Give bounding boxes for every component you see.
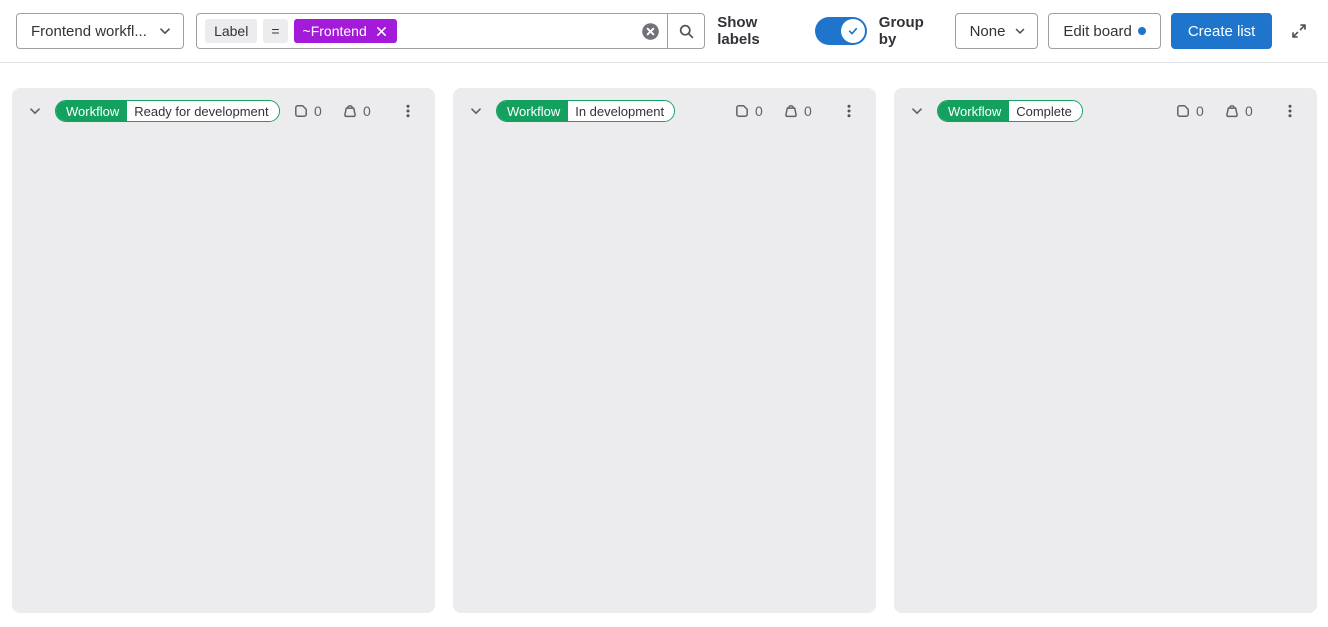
column-menu-button[interactable]	[1281, 100, 1299, 122]
filter-tokens: Label = ~Frontend	[197, 19, 633, 43]
collapse-column-button[interactable]	[27, 103, 43, 119]
create-list-button[interactable]: Create list	[1171, 13, 1273, 49]
create-list-label: Create list	[1188, 23, 1256, 40]
filter-bar[interactable]: Label = ~Frontend	[196, 13, 705, 49]
group-by-value: None	[970, 23, 1006, 40]
column-scoped-label: Workflow Ready for development	[55, 100, 280, 122]
filter-token-key[interactable]: Label	[205, 19, 257, 43]
column-scoped-label: Workflow In development	[496, 100, 675, 122]
filter-token-value-text: ~Frontend	[303, 23, 367, 39]
board-column-in-development: Workflow In development 0 0	[453, 88, 876, 613]
column-meta: 0 0	[293, 103, 373, 119]
label-value: Complete	[1009, 101, 1082, 121]
label-value: In development	[568, 101, 674, 121]
edit-board-button[interactable]: Edit board	[1048, 13, 1160, 49]
collapse-column-button[interactable]	[468, 103, 484, 119]
weight-icon	[342, 103, 358, 119]
search-button[interactable]	[668, 14, 704, 48]
column-menu-button[interactable]	[840, 100, 858, 122]
weight-icon	[783, 103, 799, 119]
label-scope: Workflow	[56, 101, 127, 121]
filter-token-value[interactable]: ~Frontend	[294, 19, 397, 43]
expand-icon	[1290, 22, 1308, 40]
board-switcher-label: Frontend workfl...	[31, 23, 147, 40]
clear-search-button[interactable]	[633, 14, 667, 48]
toggle-knob	[841, 19, 865, 43]
issue-count: 0	[755, 103, 765, 119]
column-scoped-label: Workflow Complete	[937, 100, 1083, 122]
chevron-down-icon	[157, 23, 173, 39]
board-column-complete: Workflow Complete 0 0	[894, 88, 1317, 613]
weight-count: 0	[1245, 103, 1255, 119]
column-header: Workflow Ready for development 0 0	[12, 88, 435, 132]
weight-count: 0	[804, 103, 814, 119]
column-meta: 0 0	[1175, 103, 1255, 119]
label-scope: Workflow	[497, 101, 568, 121]
show-labels-toggle[interactable]	[815, 17, 867, 45]
column-meta: 0 0	[734, 103, 814, 119]
filter-token-operator[interactable]: =	[263, 19, 287, 43]
kebab-menu-icon	[400, 103, 416, 119]
weight-count: 0	[363, 103, 373, 119]
board-toolbar: Frontend workfl... Label = ~Frontend	[0, 0, 1328, 63]
issues-icon	[1175, 103, 1191, 119]
search-icon	[678, 23, 695, 40]
weight-icon	[1224, 103, 1240, 119]
board-switcher-dropdown[interactable]: Frontend workfl...	[16, 13, 184, 49]
label-scope: Workflow	[938, 101, 1009, 121]
column-header: Workflow Complete 0 0	[894, 88, 1317, 132]
show-labels-label: Show labels	[717, 14, 803, 48]
chevron-down-icon	[468, 103, 484, 119]
column-header: Workflow In development 0 0	[453, 88, 876, 132]
issue-board: Workflow Ready for development 0 0	[0, 63, 1328, 613]
kebab-menu-icon	[1282, 103, 1298, 119]
issue-count: 0	[314, 103, 324, 119]
kebab-menu-icon	[841, 103, 857, 119]
board-column-ready-for-development: Workflow Ready for development 0 0	[12, 88, 435, 613]
close-icon[interactable]	[375, 25, 388, 38]
issues-icon	[293, 103, 309, 119]
group-by-label: Group by	[879, 14, 945, 48]
group-by-dropdown[interactable]: None	[955, 13, 1039, 49]
notification-dot	[1138, 27, 1146, 35]
check-icon	[846, 24, 860, 38]
label-value: Ready for development	[127, 101, 278, 121]
issues-icon	[734, 103, 750, 119]
expand-board-button[interactable]	[1286, 18, 1312, 44]
chevron-down-icon	[1013, 24, 1027, 38]
clear-icon	[641, 22, 660, 41]
chevron-down-icon	[909, 103, 925, 119]
collapse-column-button[interactable]	[909, 103, 925, 119]
edit-board-label: Edit board	[1063, 23, 1131, 40]
issue-count: 0	[1196, 103, 1206, 119]
chevron-down-icon	[27, 103, 43, 119]
column-menu-button[interactable]	[399, 100, 417, 122]
